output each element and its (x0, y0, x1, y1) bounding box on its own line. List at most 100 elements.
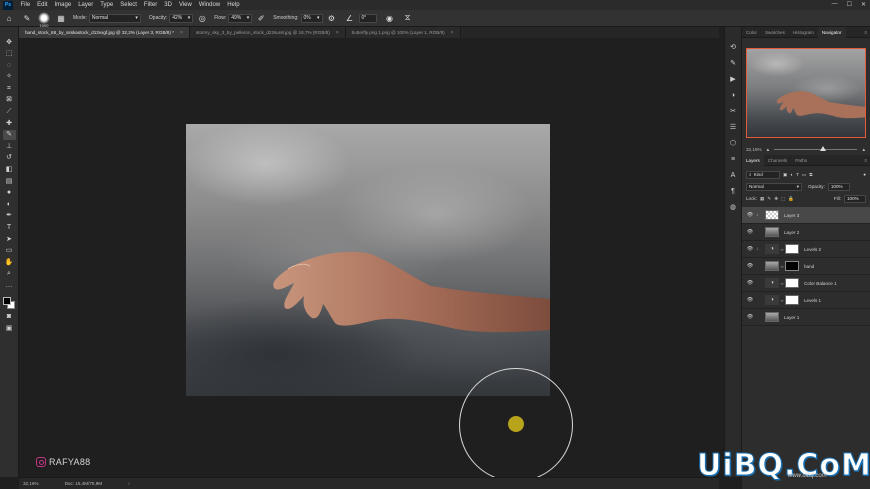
tab-swatches[interactable]: Swatches (761, 27, 789, 38)
shape-tool-icon[interactable]: ▭ (3, 246, 16, 256)
zoom-slider[interactable] (774, 145, 858, 151)
history-icon[interactable]: ⟲ (727, 42, 739, 52)
layer-mask-thumbnail[interactable] (785, 244, 799, 254)
visibility-eye-icon[interactable]: 👁 (746, 229, 754, 235)
mask-link-icon[interactable]: ∞ (780, 247, 784, 252)
gear-icon[interactable]: ⚙ (327, 13, 337, 23)
layer-name[interactable]: Layer 1 (784, 315, 799, 320)
status-doc-size[interactable]: Doc: 15,4M/75,9M (65, 481, 103, 486)
close-icon[interactable]: × (451, 30, 454, 36)
status-zoom[interactable]: 32,16% (23, 481, 39, 486)
panel-menu-icon[interactable]: ≡ (864, 30, 870, 35)
layer-thumbnail[interactable]: ◑ (765, 244, 779, 254)
close-icon[interactable]: × (336, 30, 339, 36)
symmetry-icon[interactable]: ⧖ (403, 13, 413, 23)
adjustments-icon[interactable]: ◑ (727, 90, 739, 100)
quick-mask-icon[interactable]: ◙ (3, 312, 16, 322)
zoom-in-icon[interactable]: ▲ (861, 147, 866, 152)
3d-icon[interactable]: ⬡ (727, 138, 739, 148)
tab-hand-stock[interactable]: hand_stock_68_by_ssskastock_d13vxgf.jpg … (19, 27, 190, 38)
paragraph-icon[interactable]: ¶ (727, 186, 739, 196)
airbrush-icon[interactable]: ✐ (256, 13, 266, 23)
lasso-tool-icon[interactable]: ◌ (3, 60, 16, 70)
visibility-eye-icon[interactable]: 👁 (746, 280, 754, 286)
navigator-zoom-value[interactable]: 32,16% (746, 147, 762, 152)
home-icon[interactable]: ⌂ (4, 13, 14, 23)
tab-channels[interactable]: Channels (764, 155, 791, 166)
pixel-filter-icon[interactable]: ▣ (783, 172, 787, 178)
styles-icon[interactable]: ◍ (727, 202, 739, 212)
blur-tool-icon[interactable]: ● (3, 188, 16, 198)
layer-name[interactable]: Layer 3 (784, 213, 799, 218)
layer-name[interactable]: Color Balance 1 (804, 281, 837, 286)
visibility-eye-icon[interactable]: 👁 (746, 212, 754, 218)
lock-artboard-icon[interactable]: ⬚ (781, 196, 785, 202)
layer-name[interactable]: Layer 2 (784, 230, 799, 235)
tab-layers[interactable]: Layers (742, 154, 764, 166)
brush-tool-icon[interactable]: ✎ (22, 13, 32, 23)
tab-stormy-sky[interactable]: stormy_sky_3_by_pelleron_stock_d22sun6.j… (189, 27, 346, 38)
panel-menu-icon[interactable]: ≡ (864, 158, 870, 163)
adjustment-filter-icon[interactable]: ◐ (790, 172, 793, 177)
lock-all-icon[interactable]: 🔒 (788, 196, 794, 202)
foreground-color[interactable] (3, 297, 11, 306)
hand-tool-icon[interactable]: ✋ (3, 257, 16, 267)
menu-filter[interactable]: Filter (140, 2, 160, 8)
layer-opacity-field[interactable]: 100% (827, 182, 850, 191)
layer-row[interactable]: 👁 Layer 2 (742, 224, 870, 241)
gradient-tool-icon[interactable]: ▤ (3, 176, 16, 186)
filter-toggle-icon[interactable]: ● (863, 172, 866, 177)
mask-link-icon[interactable]: ∞ (780, 298, 784, 303)
eyedropper-tool-icon[interactable]: ⟋ (3, 107, 16, 117)
minimize-icon[interactable]: — (832, 1, 838, 8)
brush-preset-picker[interactable]: 1000 (38, 12, 50, 28)
maximize-icon[interactable]: ☐ (847, 1, 852, 8)
lock-position-icon[interactable]: ✥ (774, 196, 778, 202)
menu-window[interactable]: Window (195, 2, 223, 8)
visibility-eye-icon[interactable]: 👁 (746, 297, 754, 303)
zoom-tool-icon[interactable]: ⌕ (3, 269, 16, 279)
crop-tool-icon[interactable]: ⌗ (3, 83, 16, 93)
layer-thumbnail[interactable] (765, 261, 779, 271)
menu-select[interactable]: Select (117, 2, 141, 8)
smoothing-field[interactable]: 0% ▾ (300, 13, 323, 23)
layer-row[interactable]: 👁 ↓ ◑ ∞ Levels 2 (742, 241, 870, 258)
tab-color[interactable]: Color (742, 27, 761, 38)
zoom-slider-thumb[interactable] (819, 145, 826, 151)
clone-stamp-tool-icon[interactable]: ⊥ (3, 141, 16, 151)
type-filter-icon[interactable]: T (796, 172, 799, 177)
mask-link-icon[interactable]: ∞ (780, 264, 784, 269)
blend-mode-select[interactable]: Normal ▾ (746, 182, 802, 191)
layer-name[interactable]: Levels 1 (804, 298, 821, 303)
brush-settings-icon[interactable]: ▦ (56, 13, 66, 23)
more-tools-icon[interactable]: … (3, 280, 16, 290)
layer-row[interactable]: 👁 ∞ hand (742, 258, 870, 275)
tab-histogram[interactable]: Histogram (789, 27, 818, 38)
menu-view[interactable]: View (175, 2, 195, 8)
tab-navigator[interactable]: Navigator (817, 26, 846, 38)
layer-mask-thumbnail[interactable] (785, 295, 799, 305)
document-canvas[interactable] (186, 124, 550, 396)
brush-panel-icon[interactable]: ✎ (727, 58, 739, 68)
layer-mask-thumbnail[interactable] (785, 278, 799, 288)
tab-butterfly[interactable]: butterfly png 1.png @ 100% (Layer 1, RGB… (345, 27, 461, 38)
menu-file[interactable]: File (17, 2, 34, 8)
layer-mask-thumbnail[interactable] (785, 261, 799, 271)
menu-type[interactable]: Type (97, 2, 117, 8)
type-tool-icon[interactable]: T (3, 223, 16, 233)
shape-filter-icon[interactable]: ▭ (802, 172, 806, 178)
layer-thumbnail[interactable] (765, 312, 779, 322)
visibility-eye-icon[interactable]: 👁 (746, 263, 754, 269)
screen-mode-icon[interactable]: ▣ (3, 323, 16, 333)
menu-help[interactable]: Help (224, 2, 243, 8)
flow-field[interactable]: 49% ▾ (228, 13, 253, 23)
visibility-eye-icon[interactable]: 👁 (746, 246, 754, 252)
healing-brush-tool-icon[interactable]: ✚ (3, 118, 16, 128)
zoom-out-icon[interactable]: ▲ (766, 147, 771, 152)
layer-row[interactable]: 👁 Layer 1 (742, 309, 870, 326)
fill-field[interactable]: 100% (844, 194, 866, 203)
menu-image[interactable]: Image (51, 2, 75, 8)
marquee-tool-icon[interactable]: ⬚ (3, 49, 16, 59)
brush-tool-icon[interactable]: ✎ (2, 129, 16, 140)
kind-filter-select[interactable]: ⌕ Kind (746, 170, 780, 179)
